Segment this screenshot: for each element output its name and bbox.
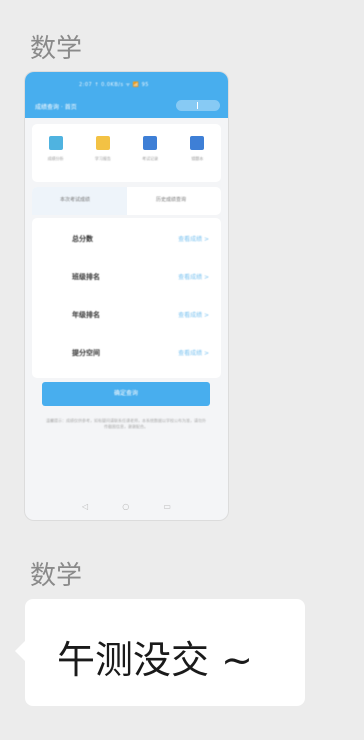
feature-item: 学习报告 <box>83 136 123 162</box>
feature-item: 错题本 <box>177 136 217 162</box>
tab-bar: 本次考试成绩 历史成绩查询 <box>32 187 221 215</box>
feature-item: 成绩分析 <box>36 136 76 162</box>
message-text: 午测没交 ~ <box>57 638 253 682</box>
row-label: 提分空间 <box>72 349 100 357</box>
score-list: 总分数 查看成绩 > 班级排名 查看成绩 > 年级排名 查看成绩 > 提分空间 … <box>32 218 221 378</box>
app-header <box>25 72 228 118</box>
screenshot-image-message[interactable]: 2:07 ↑ 0.0KB/s ᯤ 📶 95 成绩查询 · 首页 成绩分析 学习报… <box>25 72 228 520</box>
feature-icon-grid: 成绩分析 学习报告 考试记录 错题本 <box>32 124 221 182</box>
score-row: 提分空间 查看成绩 > <box>32 334 221 372</box>
calendar-icon <box>143 136 158 150</box>
capsule-menu <box>176 100 220 111</box>
notice-text: 温馨提示：成绩仅供参考，如有疑问请联系任课老师，本系统数据以学校公布为准，请勿外… <box>46 418 206 429</box>
score-row: 年级排名 查看成绩 > <box>32 296 221 334</box>
feature-label: 成绩分析 <box>47 156 64 161</box>
row-label: 总分数 <box>72 235 93 243</box>
row-value: 查看成绩 > <box>178 350 209 357</box>
back-icon: ◁ <box>82 502 89 511</box>
report-icon <box>95 136 110 150</box>
query-button: 确定查询 <box>42 382 210 406</box>
row-label: 年级排名 <box>72 311 100 319</box>
row-value: 查看成绩 > <box>178 274 209 281</box>
feature-label: 错题本 <box>191 156 204 161</box>
status-bar: 2:07 ↑ 0.0KB/s ᯤ 📶 95 <box>79 82 149 88</box>
feature-label: 学习报告 <box>94 156 111 161</box>
home-icon: ○ <box>122 502 130 511</box>
tab-history: 历史成绩查询 <box>156 197 187 203</box>
row-value: 查看成绩 > <box>178 236 209 243</box>
query-button-label: 确定查询 <box>113 390 138 397</box>
tab-current: 本次考试成绩 <box>60 197 91 203</box>
sender-name: 数学 <box>30 34 83 64</box>
notebook-icon <box>190 136 205 150</box>
system-nav-bar: ◁ ○ ▭ <box>25 502 228 511</box>
row-value: 查看成绩 > <box>178 312 209 319</box>
recents-icon: ▭ <box>163 502 171 511</box>
chart-icon <box>48 136 63 150</box>
row-label: 班级排名 <box>72 273 100 281</box>
score-row: 总分数 查看成绩 > <box>32 220 221 258</box>
feature-label: 考试记录 <box>142 156 159 161</box>
feature-item: 考试记录 <box>130 136 170 162</box>
sender-name: 数学 <box>30 561 83 591</box>
nav-title: 成绩查询 · 首页 <box>35 104 77 111</box>
score-row: 班级排名 查看成绩 > <box>32 258 221 296</box>
text-message-bubble[interactable]: 午测没交 ~ <box>15 599 305 706</box>
